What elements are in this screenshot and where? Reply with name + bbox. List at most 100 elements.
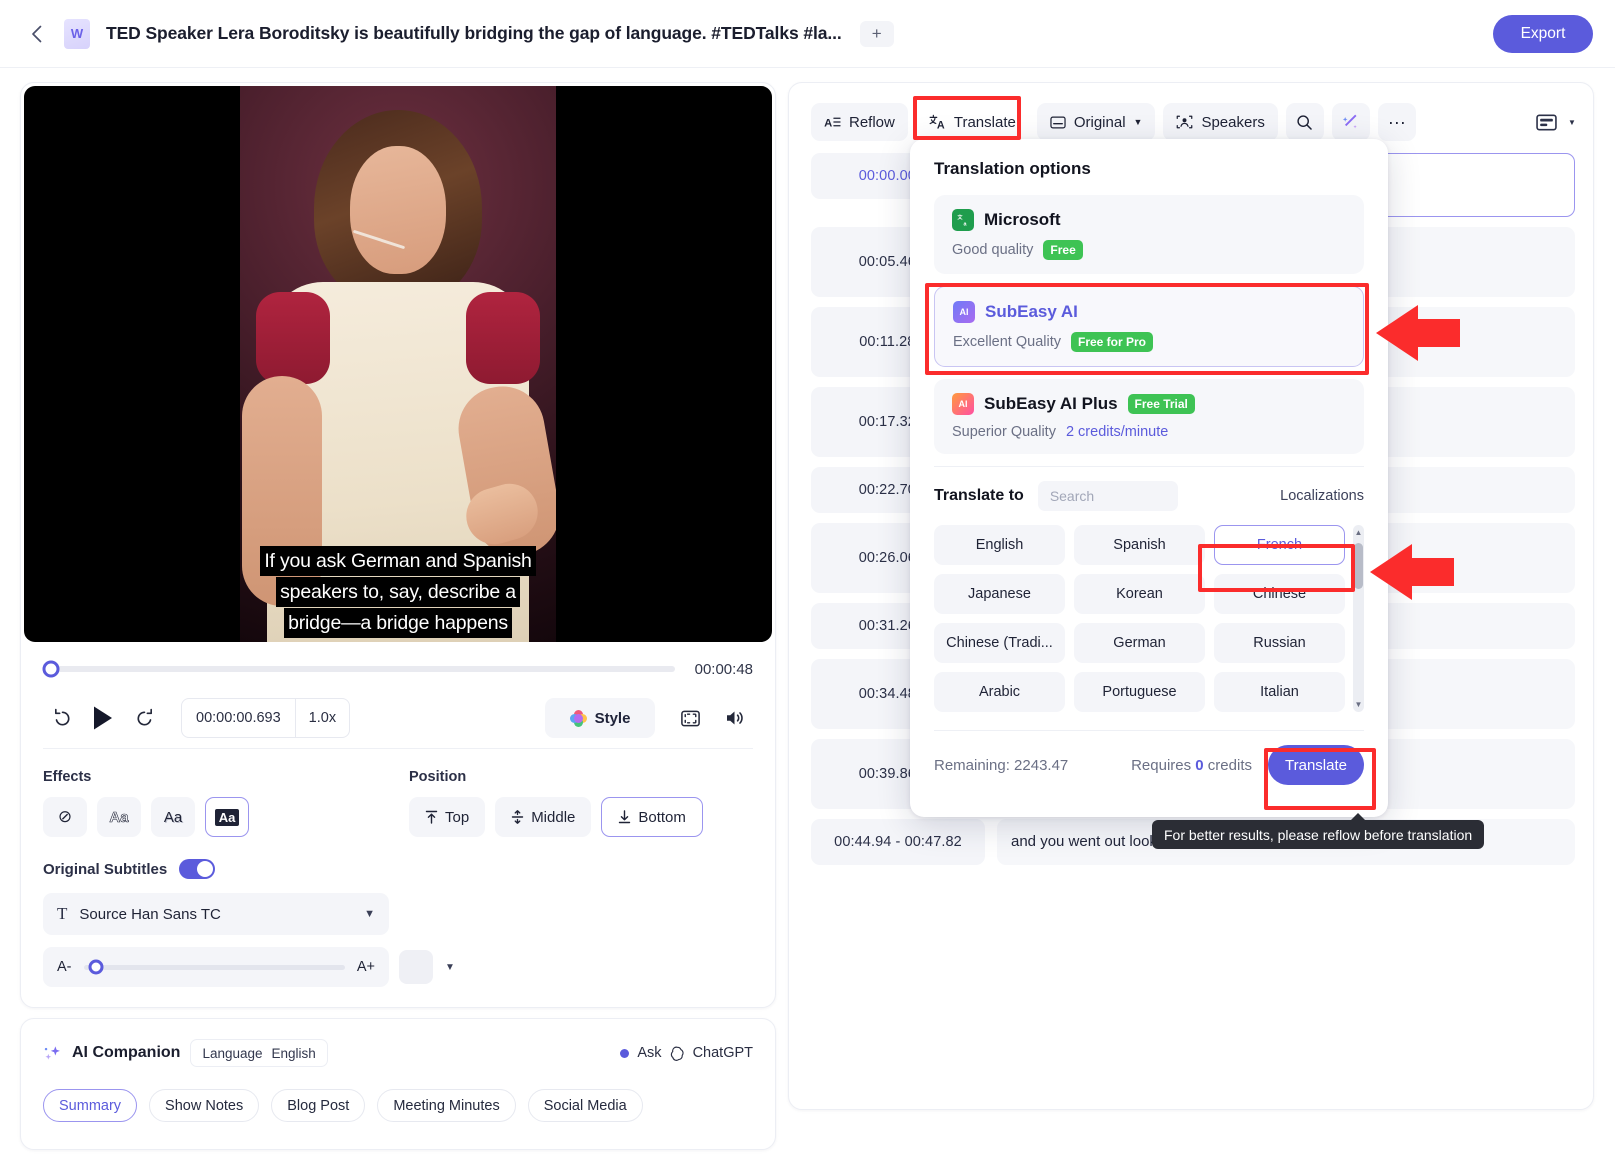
search-button[interactable]	[1286, 103, 1324, 141]
status-badge: Free	[1043, 240, 1082, 260]
font-size-handle[interactable]	[88, 960, 103, 975]
remaining-credits: Remaining: 2243.47	[934, 757, 1068, 774]
tab-blog-post[interactable]: Blog Post	[271, 1089, 365, 1122]
position-label: Position	[409, 769, 753, 785]
effect-none-button[interactable]: ⊘	[43, 797, 87, 837]
original-view-dropdown[interactable]: Original ▼	[1037, 103, 1156, 141]
status-badge: Free Trial	[1128, 394, 1195, 414]
language-scrollbar[interactable]: ▲ ▼	[1353, 525, 1364, 712]
language-arabic[interactable]: Arabic	[934, 672, 1065, 712]
language-russian[interactable]: Russian	[1214, 623, 1345, 663]
subtitle-line: If you ask German and Spanish	[260, 546, 535, 576]
transcript-timestamp[interactable]: 00:44.94 - 00:47.82	[811, 819, 985, 865]
popover-divider	[934, 466, 1364, 467]
tab-social-media[interactable]: Social Media	[528, 1089, 643, 1122]
effect-box-button[interactable]: Aa	[205, 797, 249, 837]
scrollbar-thumb[interactable]	[1354, 543, 1363, 589]
playback-rate[interactable]: 1.0x	[296, 710, 349, 726]
language-italian[interactable]: Italian	[1214, 672, 1345, 712]
tab-show-notes[interactable]: Show Notes	[149, 1089, 259, 1122]
font-size-decrease-label[interactable]: A-	[57, 959, 72, 975]
speakers-button[interactable]: Speakers	[1163, 103, 1277, 141]
tab-meeting-minutes[interactable]: Meeting Minutes	[377, 1089, 515, 1122]
chevron-down-icon[interactable]: ▼	[445, 962, 455, 973]
language-chinese-traditional[interactable]: Chinese (Tradi...	[934, 623, 1065, 663]
tab-summary[interactable]: Summary	[43, 1089, 137, 1122]
position-middle-label: Middle	[531, 809, 575, 826]
option-credits: 2 credits/minute	[1066, 424, 1168, 440]
ask-chatgpt-option[interactable]: Ask ChatGPT	[620, 1045, 753, 1061]
subeasy-ai-icon: AI	[953, 301, 975, 323]
style-button[interactable]: Style	[545, 698, 655, 738]
language-portuguese[interactable]: Portuguese	[1074, 672, 1205, 712]
option-subline: Superior Quality 2 credits/minute	[952, 424, 1346, 440]
rewind-icon[interactable]	[43, 699, 81, 737]
speaker-sleeve-left	[256, 292, 330, 384]
effects-chip-row: ⊘ Aa Aa Aa	[43, 797, 409, 837]
more-options-button[interactable]: ···	[1378, 103, 1416, 141]
language-japanese[interactable]: Japanese	[934, 574, 1065, 614]
font-size-slider[interactable]	[84, 965, 345, 970]
language-spanish[interactable]: Spanish	[1074, 525, 1205, 565]
option-header: AI SubEasy AI Plus Free Trial	[952, 393, 1346, 415]
radio-selected-icon	[620, 1049, 629, 1058]
language-chinese[interactable]: Chinese	[1214, 574, 1345, 614]
option-name: SubEasy AI Plus	[984, 394, 1118, 414]
language-search-input[interactable]: Search	[1038, 481, 1178, 511]
ai-sparkle-icon	[43, 1044, 62, 1063]
app-root: W TED Speaker Lera Boroditsky is beautif…	[0, 0, 1615, 1155]
effect-outline-button[interactable]: Aa	[97, 797, 141, 837]
seek-slider[interactable]	[43, 666, 675, 672]
position-middle-button[interactable]: Middle	[495, 797, 591, 837]
outline-text-icon: Aa	[109, 809, 128, 826]
magic-wand-button[interactable]	[1332, 103, 1370, 141]
option-microsoft[interactable]: 文a Microsoft Good quality Free	[934, 195, 1364, 274]
option-subline: Good quality Free	[952, 240, 1346, 260]
font-size-increase-label[interactable]: A+	[357, 959, 375, 975]
original-label: Original	[1074, 114, 1126, 131]
language-german[interactable]: German	[1074, 623, 1205, 663]
microsoft-translator-icon: 文a	[952, 209, 974, 231]
ai-companion-title: AI Companion	[72, 1044, 180, 1062]
forward-icon[interactable]	[125, 699, 163, 737]
language-grid: English Spanish French Japanese Korean C…	[934, 525, 1345, 712]
back-button[interactable]	[22, 20, 50, 48]
localizations-link[interactable]: Localizations	[1280, 488, 1364, 504]
position-bottom-button[interactable]: Bottom	[601, 797, 703, 837]
current-time[interactable]: 00:00:00.693	[182, 710, 295, 726]
seek-handle[interactable]	[43, 661, 60, 678]
translate-button[interactable]: A Translate	[916, 103, 1029, 141]
ai-language-chip[interactable]: Language English	[190, 1039, 327, 1067]
scroll-up-icon[interactable]: ▲	[1355, 528, 1363, 537]
fullscreen-icon[interactable]	[671, 699, 709, 737]
language-french[interactable]: French	[1214, 525, 1345, 565]
transport-bar: 00:00:00.693 1.0x Style	[43, 690, 753, 746]
font-color-swatch[interactable]	[399, 950, 433, 984]
add-tab-button[interactable]: +	[860, 21, 894, 47]
effects-position-row: Effects ⊘ Aa Aa Aa	[43, 749, 753, 837]
effect-shadow-button[interactable]: Aa	[151, 797, 195, 837]
language-english[interactable]: English	[934, 525, 1065, 565]
play-button[interactable]	[81, 696, 125, 740]
video-controls: 00:00:48 00:00:00.693 1.0x	[21, 642, 775, 1007]
text-format-icon: T	[57, 904, 67, 924]
video-player[interactable]: If you ask German and Spanish speakers t…	[24, 86, 772, 642]
layout-panel-button[interactable]: ▼	[1537, 103, 1575, 141]
popover-title: Translation options	[934, 159, 1364, 179]
translate-confirm-button[interactable]: Translate	[1268, 745, 1364, 785]
option-subeasy-ai[interactable]: AI SubEasy AI Excellent Quality Free for…	[934, 286, 1364, 367]
position-top-button[interactable]: Top	[409, 797, 485, 837]
volume-icon[interactable]	[715, 699, 753, 737]
chevron-down-icon: ▼	[1134, 117, 1143, 127]
original-subtitles-toggle[interactable]	[179, 859, 215, 879]
language-korean[interactable]: Korean	[1074, 574, 1205, 614]
subeasy-ai-plus-icon: AI	[952, 393, 974, 415]
reflow-button[interactable]: A Reflow	[811, 103, 908, 141]
font-family-select[interactable]: T Source Han Sans TC ▼	[43, 893, 389, 935]
option-subeasy-ai-plus[interactable]: AI SubEasy AI Plus Free Trial Superior Q…	[934, 379, 1364, 454]
document-icon: W	[64, 19, 90, 49]
scroll-down-icon[interactable]: ▼	[1355, 700, 1363, 709]
ai-companion-card: AI Companion Language English Ask ChatGP…	[20, 1018, 776, 1150]
export-button[interactable]: Export	[1493, 15, 1593, 53]
translation-options-popover: Translation options 文a Microsoft Good qu…	[910, 139, 1388, 817]
